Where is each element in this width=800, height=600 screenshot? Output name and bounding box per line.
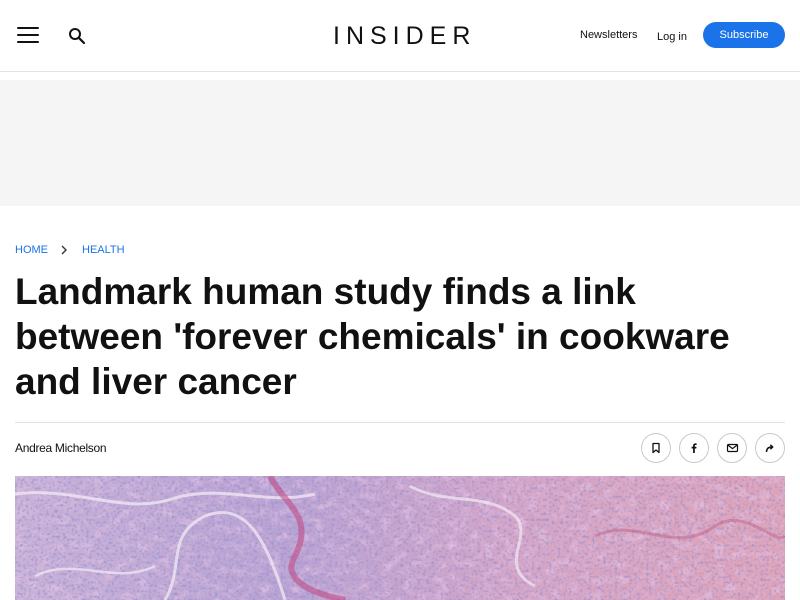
- breadcrumb-health-link[interactable]: HEALTH: [82, 243, 125, 257]
- search-icon: [69, 28, 86, 45]
- email-share-button[interactable]: [717, 433, 747, 463]
- menu-bar: [17, 41, 39, 43]
- share-bar: [641, 433, 785, 463]
- chevron-right-icon: [57, 243, 71, 257]
- menu-bar: [17, 27, 39, 29]
- newsletters-link[interactable]: Newsletters: [580, 28, 637, 42]
- histology-image: [15, 476, 785, 600]
- bookmark-icon: [652, 442, 660, 454]
- breadcrumb-home-link[interactable]: HOME: [15, 243, 48, 257]
- share-arrow-icon: [765, 444, 774, 453]
- bookmark-button[interactable]: [641, 433, 671, 463]
- share-button[interactable]: [755, 433, 785, 463]
- author-byline[interactable]: Andrea Michelson: [15, 441, 107, 455]
- search-button[interactable]: [68, 27, 86, 45]
- login-link[interactable]: Log in: [657, 30, 687, 44]
- menu-bar: [17, 34, 39, 36]
- article-hero-image: [15, 476, 785, 600]
- facebook-share-button[interactable]: [679, 433, 709, 463]
- facebook-icon: [691, 443, 697, 453]
- email-icon: [726, 443, 738, 453]
- breadcrumb: HOME HEALTH: [15, 243, 125, 257]
- site-logo[interactable]: INSIDER: [333, 22, 470, 50]
- hamburger-menu-button[interactable]: [17, 27, 39, 44]
- divider: [15, 422, 785, 423]
- subscribe-button[interactable]: Subscribe: [703, 22, 785, 48]
- ad-slot: [0, 80, 800, 206]
- article-headline: Landmark human study finds a link betwee…: [15, 271, 730, 402]
- site-header: INSIDER Newsletters Log in Subscribe: [0, 0, 800, 72]
